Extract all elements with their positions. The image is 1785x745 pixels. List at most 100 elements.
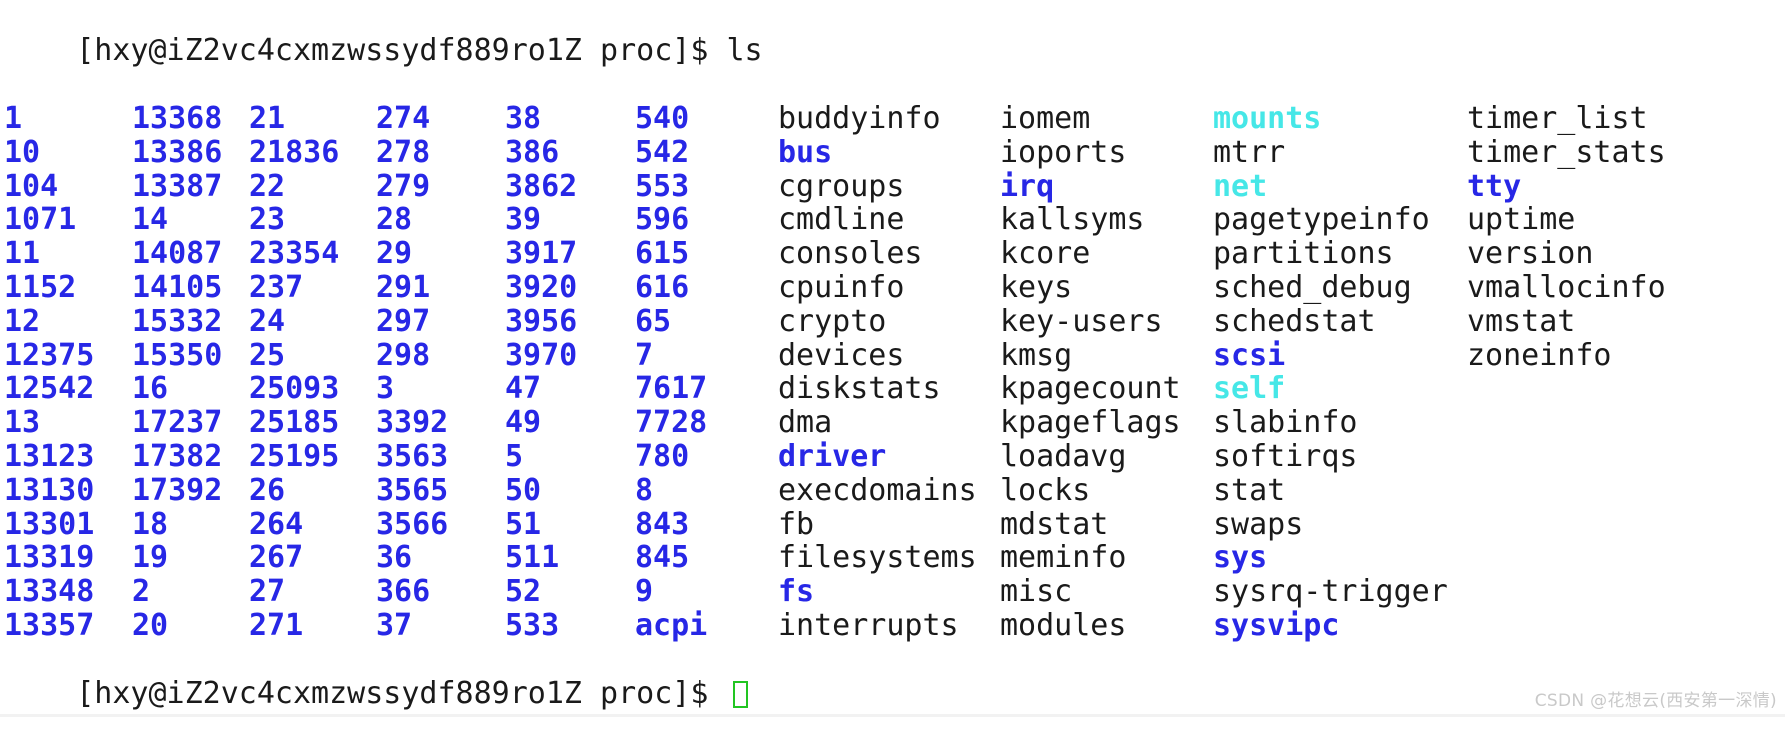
ls-entry[interactable]: 23 bbox=[249, 203, 376, 237]
ls-entry[interactable]: mtrr bbox=[1213, 135, 1467, 170]
ls-entry[interactable]: version bbox=[1467, 237, 1785, 271]
ls-entry[interactable]: sys bbox=[1213, 541, 1467, 575]
ls-entry[interactable]: filesystems bbox=[778, 541, 1000, 575]
ls-entry[interactable]: 49 bbox=[505, 406, 635, 440]
ls-entry[interactable]: 3917 bbox=[505, 237, 635, 271]
ls-entry[interactable]: 3970 bbox=[505, 338, 635, 373]
ls-entry[interactable]: 36 bbox=[376, 541, 505, 575]
ls-entry[interactable]: modules bbox=[1000, 609, 1213, 643]
ls-entry[interactable]: vmallocinfo bbox=[1467, 271, 1785, 305]
ls-entry[interactable]: 12375 bbox=[4, 338, 132, 373]
ls-entry[interactable]: 15350 bbox=[132, 338, 249, 373]
ls-entry[interactable]: crypto bbox=[778, 304, 1000, 339]
ls-entry[interactable]: 3563 bbox=[376, 440, 505, 474]
ls-entry[interactable]: scsi bbox=[1213, 338, 1467, 373]
ls-entry[interactable]: cpuinfo bbox=[778, 271, 1000, 305]
ls-entry[interactable]: kcore bbox=[1000, 237, 1213, 271]
ls-entry[interactable]: mounts bbox=[1213, 102, 1467, 136]
terminal-window[interactable]: [hxy@iZ2vc4cxmzwssydf889ro1Z proc]$ ls 1… bbox=[0, 0, 1785, 717]
ls-entry[interactable]: 24 bbox=[249, 304, 376, 339]
ls-entry[interactable]: 1 bbox=[4, 102, 132, 136]
ls-entry[interactable]: timer_list bbox=[1467, 102, 1785, 136]
ls-entry[interactable]: 274 bbox=[376, 102, 505, 136]
ls-entry[interactable]: 21836 bbox=[249, 135, 376, 170]
ls-entry[interactable]: 5 bbox=[505, 440, 635, 474]
ls-entry[interactable]: 780 bbox=[635, 440, 778, 474]
ls-entry[interactable]: consoles bbox=[778, 237, 1000, 271]
ls-entry[interactable]: 25 bbox=[249, 338, 376, 373]
ls-entry[interactable]: 615 bbox=[635, 237, 778, 271]
ls-entry[interactable]: 843 bbox=[635, 507, 778, 542]
ls-entry[interactable]: 26 bbox=[249, 473, 376, 508]
ls-entry[interactable]: 386 bbox=[505, 135, 635, 170]
ls-entry[interactable]: diskstats bbox=[778, 372, 1000, 406]
ls-entry[interactable]: slabinfo bbox=[1213, 406, 1467, 440]
ls-entry[interactable]: 3566 bbox=[376, 507, 505, 542]
ls-entry[interactable]: acpi bbox=[635, 609, 778, 643]
ls-entry[interactable]: kpagecount bbox=[1000, 372, 1213, 406]
ls-entry[interactable]: 616 bbox=[635, 271, 778, 305]
ls-entry[interactable]: 540 bbox=[635, 102, 778, 136]
ls-entry[interactable]: 297 bbox=[376, 304, 505, 339]
ls-entry[interactable]: 13123 bbox=[4, 440, 132, 474]
ls-entry[interactable]: timer_stats bbox=[1467, 135, 1785, 170]
ls-entry[interactable]: 18 bbox=[132, 507, 249, 542]
ls-entry[interactable]: irq bbox=[1000, 169, 1213, 204]
ls-entry[interactable]: 28 bbox=[376, 203, 505, 237]
ls-entry[interactable]: 3 bbox=[376, 372, 505, 406]
ls-entry[interactable]: 533 bbox=[505, 609, 635, 643]
ls-entry[interactable]: cgroups bbox=[778, 169, 1000, 204]
ls-entry[interactable]: buddyinfo bbox=[778, 102, 1000, 136]
ls-entry[interactable]: 3862 bbox=[505, 169, 635, 204]
ls-entry[interactable]: 29 bbox=[376, 237, 505, 271]
ls-entry[interactable]: locks bbox=[1000, 473, 1213, 508]
ls-entry[interactable]: cmdline bbox=[778, 203, 1000, 237]
ls-entry[interactable]: 16 bbox=[132, 372, 249, 406]
ls-entry[interactable]: 3565 bbox=[376, 473, 505, 508]
ls-entry[interactable]: 8 bbox=[635, 473, 778, 508]
ls-entry[interactable]: 14 bbox=[132, 203, 249, 237]
ls-entry[interactable]: 12 bbox=[4, 304, 132, 339]
ls-entry[interactable]: 7728 bbox=[635, 406, 778, 440]
ls-entry[interactable]: 13 bbox=[4, 406, 132, 440]
ls-entry[interactable]: softirqs bbox=[1213, 440, 1467, 474]
ls-entry[interactable]: 13387 bbox=[132, 169, 249, 204]
ls-entry[interactable]: 47 bbox=[505, 372, 635, 406]
ls-entry[interactable]: loadavg bbox=[1000, 440, 1213, 474]
ls-entry[interactable]: kmsg bbox=[1000, 338, 1213, 373]
ls-entry[interactable]: 3956 bbox=[505, 304, 635, 339]
ls-entry[interactable]: 52 bbox=[505, 575, 635, 609]
ls-entry[interactable]: kpageflags bbox=[1000, 406, 1213, 440]
ls-entry[interactable]: 17382 bbox=[132, 440, 249, 474]
ls-entry[interactable]: 237 bbox=[249, 271, 376, 305]
ls-entry[interactable]: pagetypeinfo bbox=[1213, 203, 1467, 237]
ls-entry[interactable]: execdomains bbox=[778, 473, 1000, 508]
ls-entry[interactable]: 104 bbox=[4, 169, 132, 204]
ls-entry[interactable]: 22 bbox=[249, 169, 376, 204]
ls-entry[interactable]: 37 bbox=[376, 609, 505, 643]
ls-entry[interactable]: 3920 bbox=[505, 271, 635, 305]
ls-entry[interactable]: 1152 bbox=[4, 271, 132, 305]
ls-entry[interactable]: 23354 bbox=[249, 237, 376, 271]
ls-entry[interactable]: vmstat bbox=[1467, 304, 1785, 339]
ls-entry[interactable]: 13319 bbox=[4, 541, 132, 575]
ls-entry[interactable]: 267 bbox=[249, 541, 376, 575]
ls-entry[interactable]: 20 bbox=[132, 609, 249, 643]
ls-entry[interactable]: fb bbox=[778, 507, 1000, 542]
ls-entry[interactable]: stat bbox=[1213, 473, 1467, 508]
ls-entry[interactable]: 51 bbox=[505, 507, 635, 542]
ls-entry[interactable]: sysvipc bbox=[1213, 609, 1467, 643]
ls-entry[interactable]: 25195 bbox=[249, 440, 376, 474]
ls-entry[interactable]: 15332 bbox=[132, 304, 249, 339]
ls-entry[interactable]: 39 bbox=[505, 203, 635, 237]
ls-entry[interactable]: bus bbox=[778, 135, 1000, 170]
ls-entry[interactable]: 7 bbox=[635, 338, 778, 373]
ls-entry[interactable]: keys bbox=[1000, 271, 1213, 305]
ls-entry[interactable]: misc bbox=[1000, 575, 1213, 609]
ls-entry[interactable]: 14105 bbox=[132, 271, 249, 305]
ls-entry[interactable]: devices bbox=[778, 338, 1000, 373]
ls-entry[interactable]: 511 bbox=[505, 541, 635, 575]
ls-entry[interactable]: interrupts bbox=[778, 609, 1000, 643]
ls-entry[interactable]: 1071 bbox=[4, 203, 132, 237]
ls-entry[interactable]: dma bbox=[778, 406, 1000, 440]
